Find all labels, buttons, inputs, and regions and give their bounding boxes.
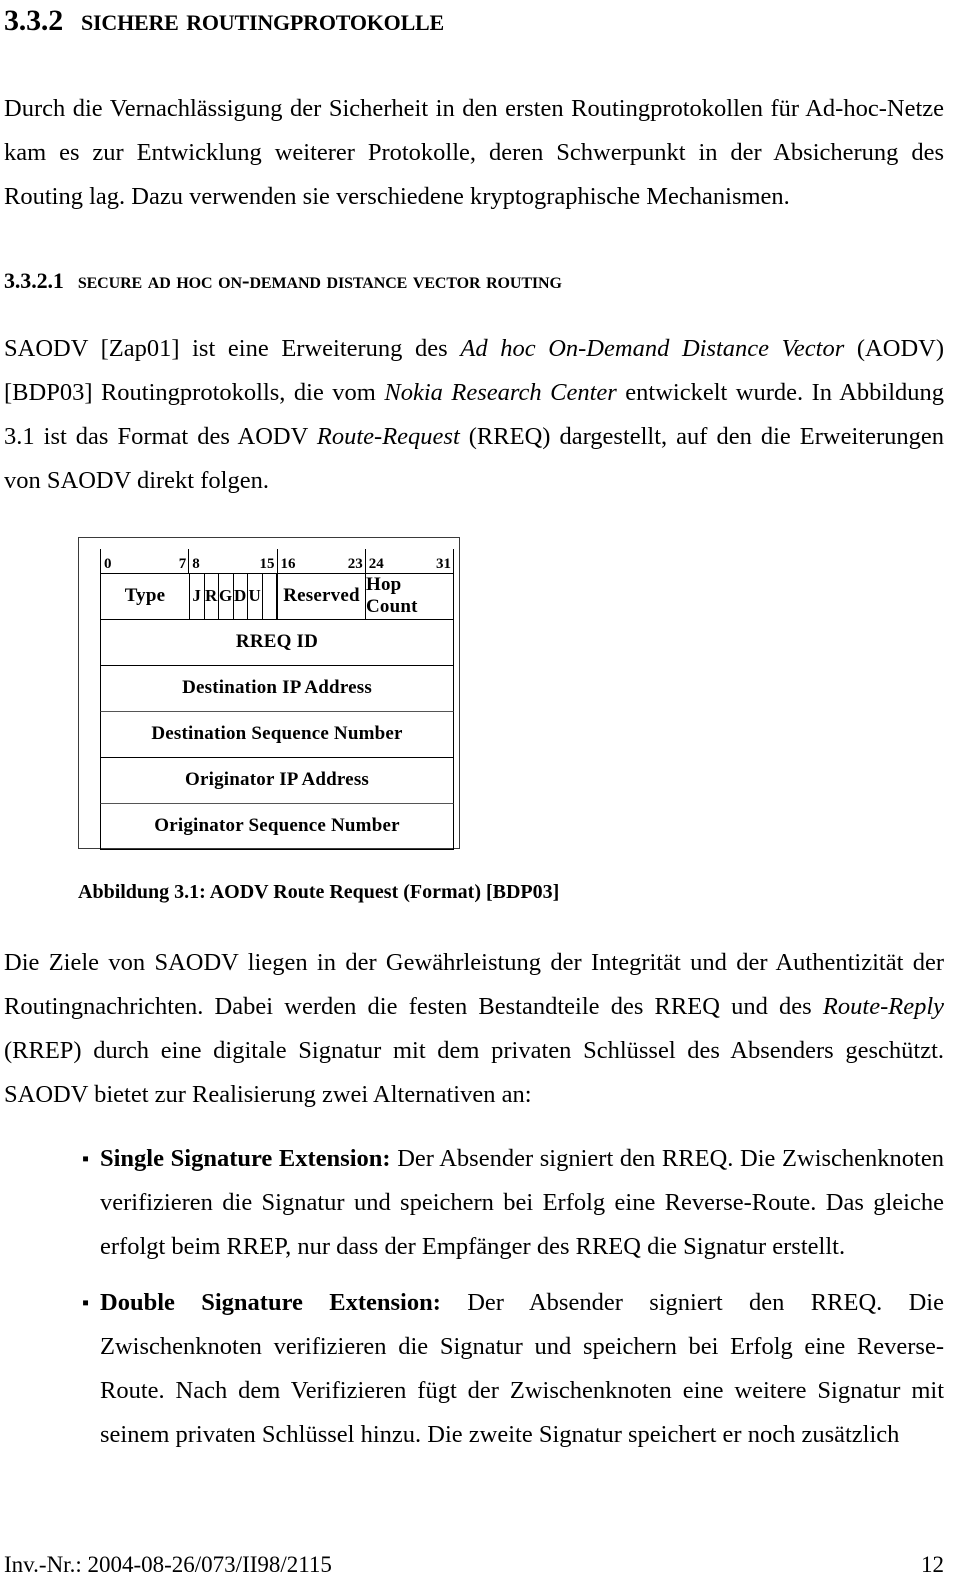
figure-caption: Abbildung 3.1: AODV Route Request (Forma… [78, 880, 560, 903]
subsection-number: 3.3.2.1 [4, 267, 64, 293]
bit-start: 0 [104, 555, 112, 572]
bit-start: 16 [280, 555, 296, 572]
saodv-text-1: SAODV [Zap01] ist eine Erweiterung des [4, 334, 461, 362]
saodv-italic-2: Nokia Research Center [384, 378, 617, 406]
packet-field-type: Type [124, 585, 166, 607]
ziele-italic-1: Route-Reply [822, 992, 944, 1020]
section-title: Sichere Routingprotokolle [81, 2, 444, 37]
packet-field-reserved: Reserved [277, 573, 365, 619]
bit-ruler: 0 7 8 15 16 23 24 31 [100, 548, 454, 574]
bit-ruler-segment: 16 23 [276, 548, 365, 573]
flag-bit-d: D [234, 573, 248, 619]
footer-page-number: 12 [921, 1552, 944, 1577]
ziele-text-1: Die Ziele von SAODV liegen in der Gewähr… [4, 948, 944, 1020]
list-item-label: Double Signature Extension: [100, 1288, 441, 1316]
bullet-marker-icon: ▪ [82, 1147, 90, 1170]
subsection-heading: 3.3.2.1 Secure Ad hoc On-Demand Distance… [4, 267, 944, 293]
list-item: ▪ Single Signature Extension: Der Absende… [4, 1137, 944, 1269]
list-item-label: Single Signature Extension: [100, 1144, 391, 1172]
packet-field-destination-ip: Destination IP Address [100, 665, 454, 712]
page-footer: Inv.-Nr.: 2004-08-26/073/II98/2115 12 [4, 1550, 944, 1580]
packet-diagram: 0 7 8 15 16 23 24 31 Type J R G D U Rese… [100, 548, 454, 850]
figure-aodv-rreq: 0 7 8 15 16 23 24 31 Type J R G D U Rese… [4, 536, 944, 857]
bit-start: 24 [368, 555, 384, 572]
packet-field-rreq-id: RREQ ID [100, 619, 454, 666]
saodv-paragraph: SAODV [Zap01] ist eine Erweiterung des A… [4, 327, 944, 503]
packet-field-flags: J R G D U [189, 573, 277, 619]
bit-end: 23 [347, 555, 363, 572]
bit-start: 8 [192, 555, 200, 572]
subsection-title: Secure Ad hoc On-Demand Distance Vector … [77, 267, 562, 293]
packet-field-hop-count: Hop Count [365, 573, 453, 619]
flag-bit-u: U [248, 573, 263, 619]
bit-end: 15 [259, 555, 275, 572]
flag-bit-g: G [219, 573, 234, 619]
saodv-italic-1: Ad hoc On-Demand Distance Vector [460, 334, 845, 362]
packet-field-destination-seq: Destination Sequence Number [100, 711, 454, 758]
saodv-italic-3: Route-Request [316, 422, 460, 450]
bit-ruler-segment: 0 7 [100, 548, 188, 573]
bit-ruler-segment: 8 15 [188, 548, 276, 573]
section-heading: 3.3.2 Sichere Routingprotokolle [4, 2, 944, 37]
document-page: 3.3.2 Sichere Routingprotokolle Durch di… [0, 2, 960, 1594]
bit-ruler-segment: 24 31 [364, 548, 454, 573]
flag-bit-reserved-1 [263, 573, 277, 619]
bullet-marker-icon: ▪ [82, 1291, 90, 1314]
footer-inventory-number: Inv.-Nr.: 2004-08-26/073/II98/2115 [4, 1552, 332, 1577]
list-item: ▪ Double Signature Extension: Der Absende… [4, 1281, 944, 1457]
ziele-text-2: (RREP) durch eine digitale Signatur mit … [4, 1036, 944, 1108]
packet-field-originator-ip: Originator IP Address [100, 757, 454, 804]
packet-field-originator-seq: Originator Sequence Number [100, 803, 454, 850]
ziele-paragraph: Die Ziele von SAODV liegen in der Gewähr… [4, 941, 944, 1117]
bit-end: 31 [436, 555, 451, 572]
section-number: 3.3.2 [4, 4, 64, 37]
packet-header-row: Type J R G D U Reserved Hop Count [100, 573, 454, 620]
flag-bits: J R G D U [190, 573, 277, 619]
intro-paragraph: Durch die Vernachlässigung der Sicherhei… [4, 94, 944, 210]
bit-end: 7 [178, 555, 187, 572]
flag-bit-j: J [190, 573, 205, 619]
flag-bit-r: R [205, 573, 219, 619]
alternatives-list: ▪ Single Signature Extension: Der Absende… [4, 1137, 944, 1457]
